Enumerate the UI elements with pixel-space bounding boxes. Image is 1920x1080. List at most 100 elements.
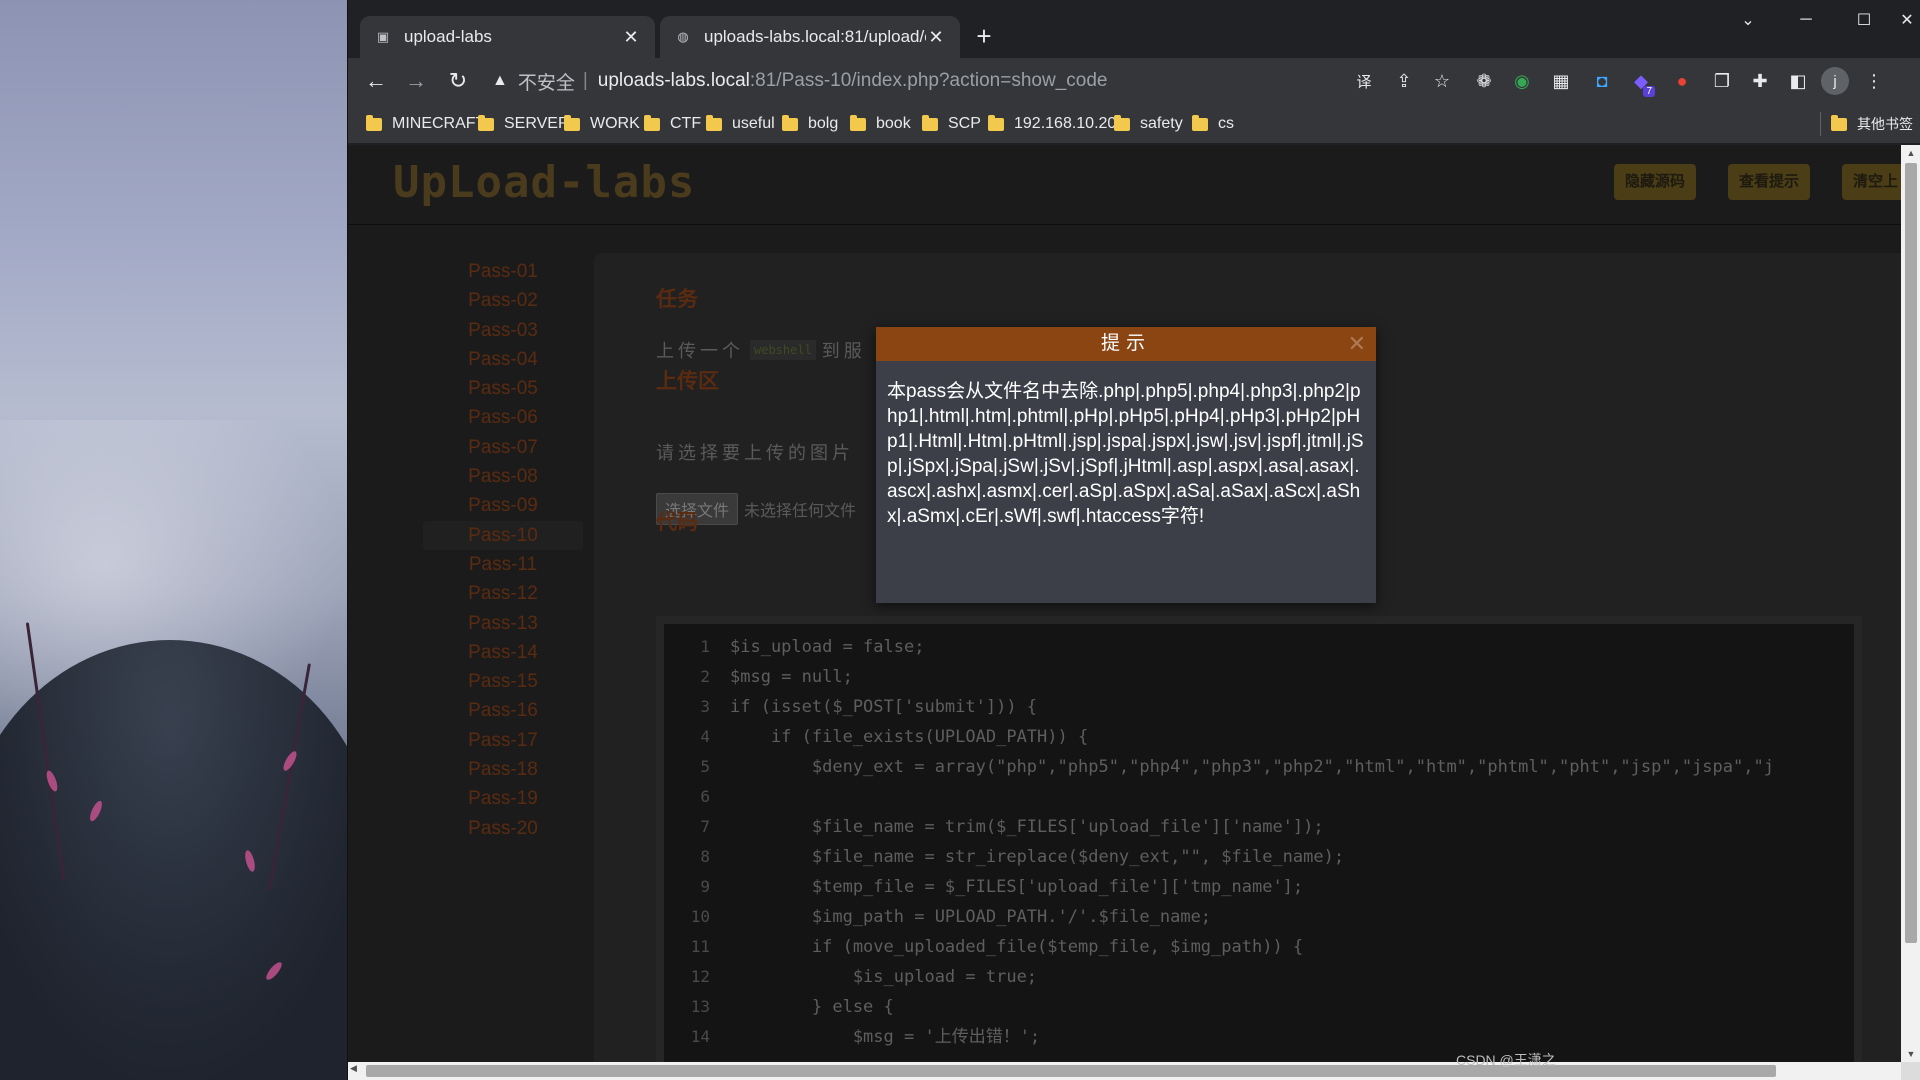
horizontal-scrollbar[interactable]: ◀ [348,1062,1901,1080]
close-window-button[interactable]: ✕ [1893,0,1920,40]
bookmark-folder[interactable]: book [850,112,911,136]
bookmark-star-icon[interactable]: ☆ [1428,67,1456,95]
sidebar-item-pass-01[interactable]: Pass-01 [423,257,583,286]
bookmark-label: WORK [590,115,640,132]
forward-icon[interactable]: → [402,68,430,96]
sidebar-item-pass-18[interactable]: Pass-18 [423,755,583,784]
code-text: $temp_file = $_FILES['upload_file']['tmp… [730,877,1304,897]
bookmark-folder[interactable]: useful [706,112,775,136]
sidebar-item-pass-05[interactable]: Pass-05 [423,374,583,403]
tab-close-icon[interactable]: ✕ [621,27,641,48]
new-tab-button[interactable]: + [969,22,999,52]
task-title: 任务 [656,288,698,311]
tab-close-icon[interactable]: ✕ [926,27,946,48]
sidebar-item-pass-07[interactable]: Pass-07 [423,433,583,462]
line-number: 1 [700,637,710,656]
side-panel-icon[interactable]: ◧ [1784,67,1812,95]
code-line: 5 $deny_ext = array("php","php5","php4",… [664,752,1774,782]
avatar[interactable]: j [1821,67,1849,95]
code-line: 4 if (file_exists(UPLOAD_PATH)) { [664,722,1088,752]
scroll-left-icon[interactable]: ◀ [350,1063,357,1074]
tab-search-icon[interactable]: ⌄ [1719,0,1777,40]
url-path[interactable]: :81/Pass-10/index.php?action=show_code [750,70,1108,92]
bookmark-folder[interactable]: cs [1192,112,1234,136]
code-line: 11 if (move_uploaded_file($temp_file, $i… [664,932,1303,962]
qr-code-icon[interactable]: ▦ [1547,67,1575,95]
other-bookmarks[interactable]: 其他书签 [1820,112,1913,136]
bookmark-folder[interactable]: CTF [644,112,701,136]
reading-list-icon[interactable]: ❐ [1708,67,1736,95]
scroll-down-icon[interactable]: ▼ [1901,1046,1920,1062]
folder-icon [1192,114,1208,131]
share-icon[interactable]: ⇪ [1390,67,1418,95]
extension-green-ring-icon[interactable]: ◉ [1508,67,1536,95]
sidebar-item-pass-08[interactable]: Pass-08 [423,462,583,491]
hide-source-button[interactable]: 隐藏源码 [1614,164,1697,200]
code-line: 7 $file_name = trim($_FILES['upload_file… [664,812,1323,842]
dialog-title: 提示 [1100,333,1151,354]
extension-red-icon[interactable]: ● [1668,67,1696,95]
code-line: 13 } else { [664,992,894,1022]
bookmark-folder[interactable]: MINECRAFT [366,112,485,136]
sidebar-item-pass-14[interactable]: Pass-14 [423,638,583,667]
avatar-initial: j [1833,72,1837,90]
line-number: 10 [690,907,710,926]
sidebar-item-pass-04[interactable]: Pass-04 [423,345,583,374]
bookmark-folder[interactable]: safety [1114,112,1183,136]
sidebar-item-pass-10[interactable]: Pass-10 [423,520,583,550]
scrollbar-thumb[interactable] [366,1065,1776,1077]
menu-icon[interactable]: ⋮ [1860,67,1888,95]
maximize-button[interactable]: ☐ [1835,0,1893,40]
sidebar-item-pass-15[interactable]: Pass-15 [423,667,583,696]
sidebar-item-pass-02[interactable]: Pass-02 [423,286,583,315]
scroll-up-icon[interactable]: ▲ [1901,145,1920,161]
puzzle-icon[interactable]: ✚ [1746,67,1774,95]
extension-badge-icon[interactable]: ◆ 7 [1627,67,1655,97]
tab-upload-labs[interactable]: ▣ upload-labs ✕ [360,16,655,58]
bookmark-label: book [876,115,911,132]
line-number: 7 [700,817,710,836]
bookmark-folder[interactable]: 192.168.10.20 [988,112,1116,136]
sidebar-item-pass-19[interactable]: Pass-19 [423,784,583,813]
security-label[interactable]: 不安全 [518,68,575,95]
code-text: $file_name = str_ireplace($deny_ext,"", … [730,847,1345,867]
view-hint-button[interactable]: 查看提示 [1728,164,1811,200]
back-icon[interactable]: ← [362,68,390,96]
url-host[interactable]: uploads-labs.local [598,70,750,92]
code-block: 1 $is_upload = false; 2 $msg = null; 3 if (… [656,616,1862,1062]
site-logo[interactable]: UpLoad-labs [393,157,695,208]
bookmark-folder[interactable]: WORK [564,112,640,136]
bookmark-folder[interactable]: SCP [922,112,981,136]
bookmark-folder[interactable]: bolg [782,112,838,136]
line-number: 11 [690,937,710,956]
sidebar-item-pass-20[interactable]: Pass-20 [423,814,583,843]
close-icon[interactable]: ✕ [1348,327,1366,360]
sidebar-item-pass-03[interactable]: Pass-03 [423,316,583,345]
bookmark-folder[interactable]: SERVER [478,112,570,136]
sidebar-item-pass-06[interactable]: Pass-06 [423,403,583,432]
sidebar-item-pass-16[interactable]: Pass-16 [423,696,583,725]
bookmark-label: SERVER [504,115,570,132]
line-number: 8 [700,847,710,866]
extension-icon[interactable]: ❁ [1470,67,1498,95]
translate-icon[interactable]: 译 [1350,67,1378,95]
reload-icon[interactable]: ↻ [444,68,472,96]
address-bar[interactable]: ▲ 不安全 | uploads-labs.local :81/Pass-10/i… [492,62,1536,100]
line-number: 5 [700,757,710,776]
folder-icon [782,114,798,131]
folder-icon [706,114,722,131]
sidebar-item-pass-17[interactable]: Pass-17 [423,726,583,755]
clear-uploads-button[interactable]: 清空上 [1842,164,1901,200]
sidebar-item-pass-12[interactable]: Pass-12 [423,579,583,608]
vertical-scrollbar[interactable]: ▲ ▼ [1901,145,1920,1062]
scrollbar-thumb[interactable] [1905,163,1917,943]
minimize-button[interactable]: ─ [1777,0,1835,40]
warning-icon[interactable]: ▲ [492,72,508,90]
bilibili-icon[interactable]: ◘ [1588,67,1616,95]
bookmark-label: CTF [670,115,702,132]
sidebar-item-pass-13[interactable]: Pass-13 [423,609,583,638]
sidebar-item-pass-11[interactable]: Pass-11 [423,550,583,579]
sidebar-item-pass-09[interactable]: Pass-09 [423,491,583,520]
tab-current[interactable]: ◍ uploads-labs.local:81/upload/c ✕ [660,16,960,58]
code-line: 3 if (isset($_POST['submit'])) { [664,692,1037,722]
